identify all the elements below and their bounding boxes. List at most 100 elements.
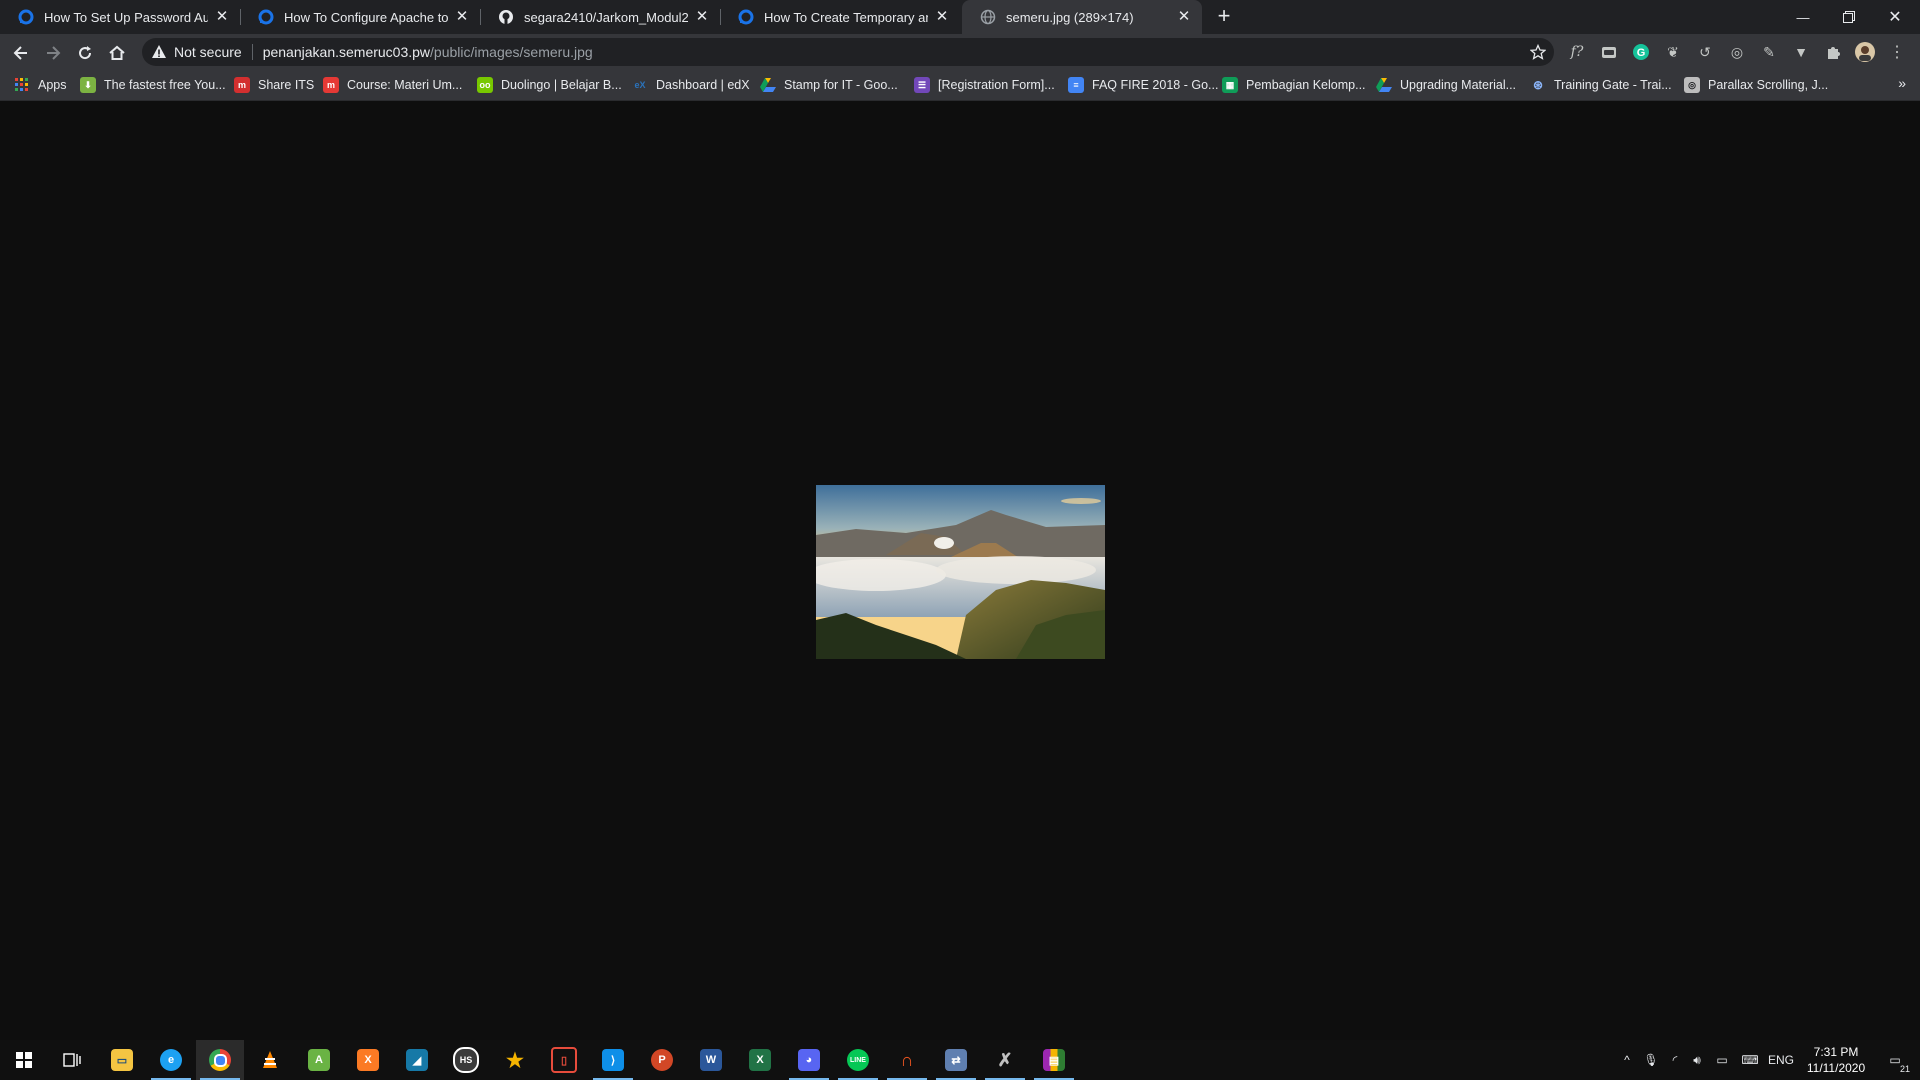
bookmark-parallax-scrolling[interactable]: ◎ Parallax Scrolling, J... bbox=[1684, 75, 1828, 95]
url-host[interactable]: penanjakan.semeruc03.pw bbox=[263, 44, 430, 60]
taskbar-vlc[interactable] bbox=[246, 1040, 294, 1080]
minimize-button[interactable]: — bbox=[1780, 0, 1826, 34]
taskbar-wireshark[interactable]: ◢ bbox=[393, 1040, 441, 1080]
show-hidden-icons-chevron-icon[interactable]: ^ bbox=[1616, 1040, 1638, 1080]
tab-1[interactable]: How To Set Up Password Authen ✕ bbox=[0, 0, 240, 34]
windows-taskbar: ▭ e A X ◢ HS ★ ▯ ⟩ P W X ◕ LINE ∩ ⇄ ✗ ▤ … bbox=[0, 1040, 1920, 1080]
bookmark-upgrading-material[interactable]: Upgrading Material... bbox=[1376, 75, 1516, 95]
bookmark-label: Dashboard | edX bbox=[656, 78, 750, 92]
screenshot-extension-icon[interactable] bbox=[1598, 41, 1620, 63]
bookmark-edx[interactable]: eX Dashboard | edX bbox=[632, 75, 750, 95]
pen-extension-icon[interactable]: ✎ bbox=[1758, 41, 1780, 63]
bookmark-apps[interactable]: Apps bbox=[14, 75, 67, 95]
bookmark-label: Duolingo | Belajar B... bbox=[501, 78, 622, 92]
forward-button[interactable] bbox=[40, 40, 66, 66]
profile-avatar[interactable] bbox=[1854, 41, 1876, 63]
notification-center-button[interactable]: ▭ 21 bbox=[1880, 1040, 1910, 1080]
volume-icon[interactable]: 🔊︎ bbox=[1686, 1040, 1708, 1080]
taskbar-chrome[interactable] bbox=[196, 1040, 244, 1080]
battery-icon[interactable]: ▭ bbox=[1710, 1040, 1734, 1080]
viewed-image[interactable] bbox=[816, 485, 1105, 659]
taskbar-winrar[interactable]: ▤ bbox=[1030, 1040, 1078, 1080]
taskbar-star-app[interactable]: ★ bbox=[491, 1040, 539, 1080]
security-label[interactable]: Not secure bbox=[174, 44, 242, 60]
back-button[interactable] bbox=[8, 40, 34, 66]
taskbar-discord[interactable]: ◕ bbox=[785, 1040, 833, 1080]
tab-3[interactable]: segara2410/Jarkom_Modul2_Lap ✕ bbox=[480, 0, 720, 34]
tab-2[interactable]: How To Configure Apache to Use ✕ bbox=[240, 0, 480, 34]
training-gate-icon: ⊛ bbox=[1532, 78, 1544, 92]
wifi-icon[interactable]: ◜ bbox=[1664, 1040, 1686, 1080]
taskbar-xampp[interactable]: X bbox=[344, 1040, 392, 1080]
bookmark-pembagian-kelompok[interactable]: ▦ Pembagian Kelomp... bbox=[1222, 75, 1366, 95]
bookmark-label: Upgrading Material... bbox=[1400, 78, 1517, 92]
chrome-menu-icon[interactable]: ⋮ bbox=[1886, 41, 1908, 63]
home-button[interactable] bbox=[104, 40, 130, 66]
language-indicator[interactable]: ENG bbox=[1766, 1040, 1796, 1080]
digitalocean-icon bbox=[738, 9, 754, 25]
taskbar-android-studio[interactable]: A bbox=[295, 1040, 343, 1080]
taskbar-line[interactable]: LINE bbox=[834, 1040, 882, 1080]
bookmark-label: [Registration Form]... bbox=[938, 78, 1055, 92]
bookmark-share-its[interactable]: m Share ITS bbox=[234, 75, 314, 95]
formula-extension-icon[interactable]: f? bbox=[1566, 41, 1588, 63]
taskbar-powerpoint[interactable]: P bbox=[638, 1040, 686, 1080]
omnibox-divider bbox=[251, 44, 253, 60]
url-path[interactable]: /public/images/semeru.jpg bbox=[430, 44, 593, 60]
microphone-icon[interactable]: 🎙 bbox=[1640, 1040, 1662, 1080]
tab-4[interactable]: How To Create Temporary and Pe ✕ bbox=[720, 0, 960, 34]
close-tab-icon[interactable]: ✕ bbox=[934, 9, 950, 25]
close-window-button[interactable]: ✕ bbox=[1872, 0, 1918, 34]
excel-icon: X bbox=[749, 1049, 771, 1071]
extensions-puzzle-icon[interactable] bbox=[1822, 41, 1844, 63]
taskbar-hs-app[interactable]: HS bbox=[442, 1040, 490, 1080]
taskbar-edge[interactable]: e bbox=[147, 1040, 195, 1080]
bookmark-star-icon[interactable] bbox=[1528, 42, 1548, 62]
google-forms-icon: ☰ bbox=[914, 77, 930, 93]
start-button[interactable] bbox=[0, 1040, 48, 1080]
taskbar-vscode[interactable]: ⟩ bbox=[589, 1040, 637, 1080]
keyboard-icon[interactable]: ⌨ bbox=[1736, 1040, 1764, 1080]
bookmark-label: FAQ FIRE 2018 - Go... bbox=[1092, 78, 1219, 92]
taskbar-ubuntu[interactable]: ∩ bbox=[883, 1040, 931, 1080]
system-clock[interactable]: 7:31 PM 11/11/2020 bbox=[1794, 1044, 1878, 1076]
feather-extension-icon[interactable]: ❦ bbox=[1662, 41, 1684, 63]
taskbar-file-explorer[interactable]: ▭ bbox=[98, 1040, 146, 1080]
edx-icon: eX bbox=[634, 80, 646, 90]
bookmark-registration-form[interactable]: ☰ [Registration Form]... bbox=[914, 75, 1055, 95]
bookmark-training-gate[interactable]: ⊛ Training Gate - Trai... bbox=[1530, 75, 1672, 95]
taskbar-word[interactable]: W bbox=[687, 1040, 735, 1080]
bookmark-duolingo[interactable]: oo Duolingo | Belajar B... bbox=[477, 75, 622, 95]
star-app-icon: ★ bbox=[506, 1049, 524, 1072]
bookmark-course[interactable]: m Course: Materi Um... bbox=[323, 75, 462, 95]
address-bar[interactable]: Not secure penanjakan.semeruc03.pw/publi… bbox=[142, 38, 1554, 66]
grammarly-extension-icon[interactable]: G bbox=[1630, 41, 1652, 63]
circle-extension-icon[interactable]: ◎ bbox=[1726, 41, 1748, 63]
history-extension-icon[interactable]: ↺ bbox=[1694, 41, 1716, 63]
taskbar-design-app[interactable]: ▯ bbox=[540, 1040, 588, 1080]
task-view-button[interactable] bbox=[48, 1040, 96, 1080]
taskbar-excel[interactable]: X bbox=[736, 1040, 784, 1080]
line-icon: LINE bbox=[847, 1049, 869, 1071]
close-tab-icon[interactable]: ✕ bbox=[694, 9, 710, 25]
bookmark-stamp-for-it[interactable]: Stamp for IT - Goo... bbox=[760, 75, 898, 95]
bookmark-label: Training Gate - Trai... bbox=[1554, 78, 1672, 92]
new-tab-button[interactable]: + bbox=[1213, 5, 1235, 28]
close-tab-icon[interactable]: ✕ bbox=[454, 9, 470, 25]
warning-icon[interactable] bbox=[150, 43, 168, 61]
network-app-icon: ⇄ bbox=[945, 1049, 967, 1071]
vlc-icon bbox=[259, 1049, 281, 1071]
taskbar-tool-app[interactable]: ✗ bbox=[981, 1040, 1029, 1080]
restore-button[interactable] bbox=[1826, 0, 1872, 34]
bookmark-youtube-downloader[interactable]: ⬇ The fastest free You... bbox=[80, 75, 226, 95]
close-tab-icon[interactable]: ✕ bbox=[214, 9, 230, 25]
vue-extension-icon[interactable]: ▼ bbox=[1790, 41, 1812, 63]
bookmark-faq-fire[interactable]: ≡ FAQ FIRE 2018 - Go... bbox=[1068, 75, 1218, 95]
tab-5-active[interactable]: semeru.jpg (289×174) ✕ bbox=[962, 0, 1202, 34]
reload-button[interactable] bbox=[72, 40, 98, 66]
close-tab-icon[interactable]: ✕ bbox=[1176, 9, 1192, 25]
chrome-icon bbox=[209, 1049, 231, 1071]
taskbar-network-app[interactable]: ⇄ bbox=[932, 1040, 980, 1080]
more-bookmarks-chevron-icon[interactable]: » bbox=[1898, 75, 1906, 91]
ubuntu-icon: ∩ bbox=[900, 1049, 914, 1070]
